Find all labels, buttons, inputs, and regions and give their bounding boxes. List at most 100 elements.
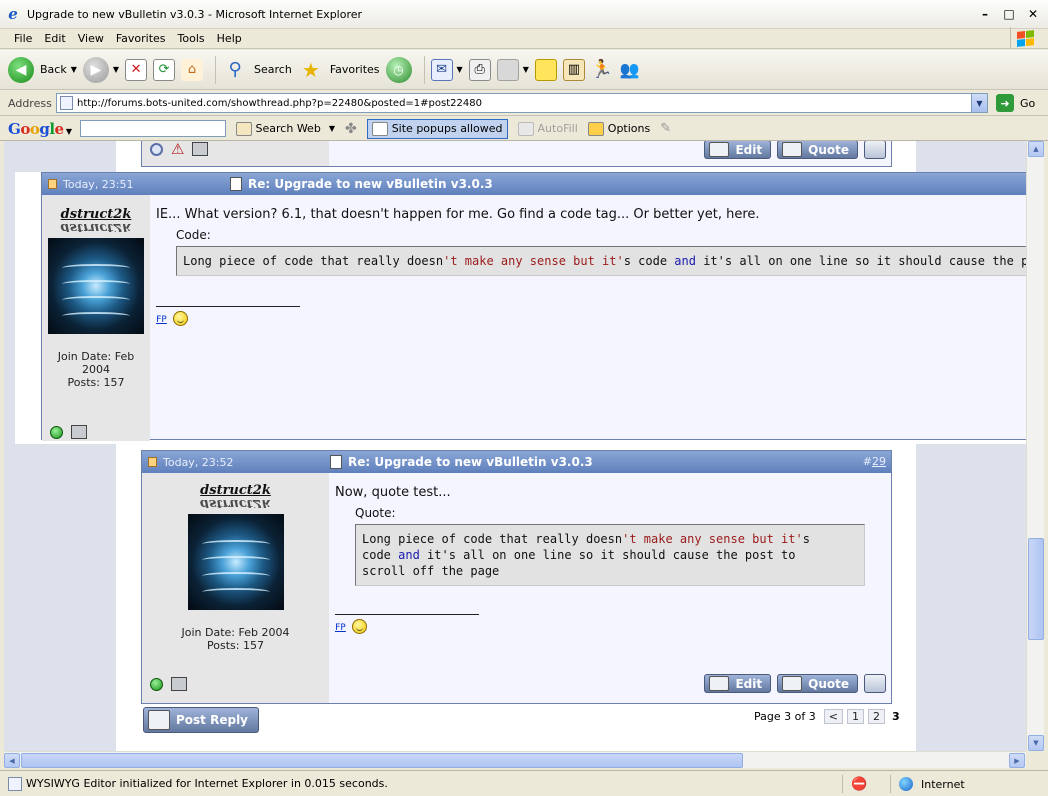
horizontal-scrollbar[interactable]: ◀ ▶ [4,751,1026,768]
quote-label: Quote [808,142,849,157]
username-link[interactable]: dstruct2k [42,207,150,222]
go-arrow-icon: ➜ [996,94,1014,112]
menu-view[interactable]: View [78,32,104,45]
horizontal-scroll-thumb[interactable] [21,753,743,768]
history-button[interactable]: ◷ [385,54,412,86]
ip-computer-icon[interactable] [192,142,209,156]
join-date: Join Date: Feb 2004 [57,350,135,376]
messenger-people-icon: 👥 [619,60,640,79]
edit-page-button[interactable]: ▼ [496,54,529,86]
ip-computer-icon[interactable] [71,425,87,439]
post-date: Today, 23:51 [63,177,134,191]
discuss-button[interactable] [534,54,557,86]
back-dropdown-icon[interactable]: ▼ [71,65,77,74]
research-button[interactable]: ▥ [562,54,585,86]
signature-divider [335,614,479,615]
back-label: Back [40,63,67,76]
forward-dropdown-icon[interactable]: ▼ [113,65,119,74]
stop-button[interactable]: ✕ [125,54,148,86]
aim-button[interactable]: 🏃 [591,54,613,86]
report-warning-icon[interactable]: ⚠ [171,142,184,157]
highlight-pen-icon[interactable]: ✎ [660,121,671,136]
post-message: IE... What version? 6.1, that doesn't ha… [156,207,760,222]
user-sidebar: dstruct2k dstruct2k Join Date: Feb 2004 … [42,195,150,441]
print-button[interactable]: ⎙ [468,54,491,86]
refresh-button[interactable]: ⟳ [153,54,176,86]
prev-quote-button[interactable]: Quote [777,141,858,159]
menu-favorites[interactable]: Favorites [116,32,166,45]
edit-button[interactable]: Edit [704,674,772,693]
google-toolbar: Google ▼ Search Web ▼ ✤ Site popups allow… [0,117,1048,141]
autofill-button[interactable]: AutoFill [517,121,578,136]
page-1-link[interactable]: 1 [846,709,864,724]
menu-help[interactable]: Help [217,32,242,45]
address-dropdown-icon[interactable]: ▼ [971,94,987,112]
vertical-scrollbar[interactable]: ▲ ▼ [1026,141,1044,751]
back-button[interactable]: ◀ Back ▼ [8,54,77,86]
post-number-link[interactable]: 29 [872,455,886,468]
popup-blocked-icon[interactable]: ⛔ [851,777,867,792]
signature-divider [156,306,300,307]
post-header: Today, 23:52 Re: Upgrade to new vBulleti… [142,451,891,473]
search-button[interactable]: ⚲ Search [222,54,291,86]
pagerank-icon[interactable]: ✤ [345,121,357,137]
prev-edit-button[interactable]: Edit [704,141,772,159]
autofill-label: AutoFill [537,122,578,135]
minimize-button[interactable]: – [976,6,994,22]
close-button[interactable]: ✕ [1024,6,1042,22]
post-reply-label: Post Reply [176,713,248,727]
code-label: Code: [176,228,211,242]
post-icon [230,177,242,191]
page-2-link[interactable]: 2 [867,709,885,724]
ip-computer-icon[interactable] [171,677,187,691]
favorites-button[interactable]: ★ Favorites [298,54,380,86]
popup-blocker-button[interactable]: Site popups allowed [366,118,508,139]
prev-multiquote-button[interactable] [864,141,886,159]
user-sidebar: dstruct2k dstruct2k Join Date: Feb 2004 … [142,473,329,703]
scroll-up-icon[interactable]: ▲ [1028,141,1044,157]
maximize-button[interactable]: □ [1000,6,1018,22]
post-title: Re: Upgrade to new vBulletin v3.0.3 [230,177,493,191]
autofill-icon [517,121,534,136]
search-icon: ⚲ [228,59,242,80]
forward-button[interactable]: ▶ ▼ [82,54,119,86]
zone-label: Internet [921,777,965,791]
post-title-text: Re: Upgrade to new vBulletin v3.0.3 [248,177,493,191]
avatar [48,238,144,334]
go-button[interactable]: ➜ Go [996,94,1035,112]
edit-dropdown-icon[interactable]: ▼ [523,65,529,74]
menu-tools[interactable]: Tools [178,32,205,45]
join-date: Join Date: Feb 2004 [181,626,290,639]
username-link[interactable]: dstruct2k [142,483,329,498]
options-icon [587,121,604,136]
google-logo[interactable]: Google ▼ [8,120,72,138]
options-button[interactable]: Options [587,121,650,136]
popup-status-pane: ⛔ [842,775,892,793]
post-body: IE... What version? 6.1, that doesn't ha… [156,207,1026,326]
scroll-left-icon[interactable]: ◀ [4,753,20,768]
home-button[interactable]: ⌂ [181,54,204,86]
menu-edit[interactable]: Edit [44,32,65,45]
post-status-icon [148,457,157,467]
mail-dropdown-icon[interactable]: ▼ [457,65,463,74]
quote-button[interactable]: Quote [777,674,858,693]
prev-page-link[interactable]: < [823,709,843,724]
mail-button[interactable]: ✉ ▼ [430,54,463,86]
edit-label: Edit [735,142,763,157]
scroll-down-icon[interactable]: ▼ [1028,735,1044,751]
aim-running-man-icon: 🏃 [590,59,614,80]
post-reply-button[interactable]: Post Reply [143,707,259,733]
address-input[interactable]: http://forums.bots-united.com/showthread… [56,93,988,113]
signature-link[interactable]: FP [335,623,346,633]
messenger-button[interactable]: 👥 [619,54,641,86]
menu-file[interactable]: File [14,32,32,45]
status-bar: WYSIWYG Editor initialized for Internet … [0,770,1048,796]
vertical-scroll-thumb[interactable] [1028,538,1044,640]
signature-link[interactable]: FP [156,315,167,325]
multiquote-button[interactable] [864,674,886,693]
scroll-right-icon[interactable]: ▶ [1009,753,1025,768]
google-search-input[interactable] [79,120,226,137]
online-status-icon [50,425,63,439]
search-web-button[interactable]: Search Web ▼ [235,121,335,136]
search-web-dropdown-icon[interactable]: ▼ [329,124,335,133]
